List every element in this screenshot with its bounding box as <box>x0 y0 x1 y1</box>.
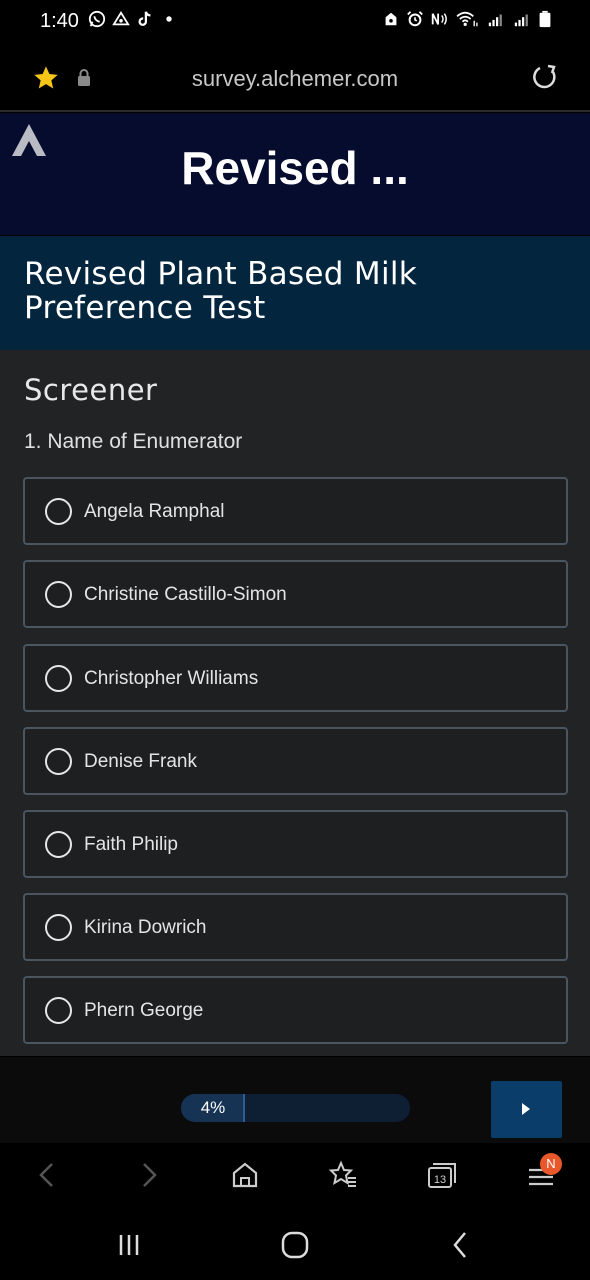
progress-bar: 4% <box>181 1094 410 1122</box>
option-angela-ramphal[interactable]: Angela Ramphal <box>23 477 568 545</box>
signal-strength-icon <box>488 14 502 27</box>
progress-label: 4% <box>200 1098 226 1117</box>
radio-button[interactable] <box>45 914 72 941</box>
option-label: Phern George <box>84 1000 204 1021</box>
home-button-icon[interactable] <box>278 1229 312 1261</box>
back-button-icon[interactable] <box>444 1229 478 1261</box>
status-bar: 1:40 <box>0 0 590 44</box>
survey-header-title: Revised ... <box>181 142 409 194</box>
survey-full-title: Revised Plant Based Milk Preference Test <box>24 256 418 326</box>
forward-icon[interactable] <box>132 1158 166 1192</box>
option-label: Angela Ramphal <box>84 501 225 522</box>
bookmarks-icon[interactable] <box>326 1158 360 1192</box>
option-kirina-dowrich[interactable]: Kirina Dowrich <box>23 893 568 961</box>
more-notifications-dot-icon <box>166 16 172 22</box>
option-label: Denise Frank <box>84 751 197 772</box>
option-faith-philip[interactable]: Faith Philip <box>23 810 568 878</box>
option-label: Kirina Dowrich <box>84 917 207 938</box>
home-icon[interactable] <box>228 1158 262 1192</box>
status-notification-icons <box>88 10 178 28</box>
browser-toolbar <box>0 1143 590 1211</box>
option-label: Christine Castillo-Simon <box>84 584 287 605</box>
whatsapp-icon <box>88 10 106 28</box>
alarm-icon <box>407 11 423 27</box>
option-christine-castillo-simon[interactable]: Christine Castillo-Simon <box>23 560 568 628</box>
recent-apps-icon[interactable] <box>112 1230 146 1260</box>
url-text[interactable]: survey.alchemer.com <box>0 66 590 92</box>
radio-button[interactable] <box>45 997 72 1024</box>
battery-icon <box>539 10 551 28</box>
battery-saver-icon <box>385 12 397 26</box>
option-christopher-williams[interactable]: Christopher Williams <box>23 644 568 712</box>
tiktok-icon <box>138 11 151 26</box>
next-page-button[interactable] <box>491 1081 562 1138</box>
option-label: Christopher Williams <box>84 668 259 689</box>
radio-button[interactable] <box>45 831 72 858</box>
status-system-icons <box>382 10 552 28</box>
signal-strength-2-icon <box>514 14 528 27</box>
tabs-icon[interactable]: 13 <box>424 1158 458 1192</box>
status-time: 1:40 <box>40 10 79 32</box>
drive-icon <box>112 10 130 26</box>
radio-button[interactable] <box>45 748 72 775</box>
wifi-icon <box>456 11 478 27</box>
page-title: Screener <box>24 373 158 407</box>
back-icon[interactable] <box>30 1158 64 1192</box>
menu-notification-badge: N <box>540 1153 562 1175</box>
reload-icon[interactable] <box>530 62 560 92</box>
nfc-mute-icon <box>431 13 447 25</box>
radio-button[interactable] <box>45 665 72 692</box>
option-label: Faith Philip <box>84 834 178 855</box>
option-phern-george[interactable]: Phern George <box>23 976 568 1044</box>
radio-button[interactable] <box>45 498 72 525</box>
option-denise-frank[interactable]: Denise Frank <box>23 727 568 795</box>
browser-address-bar[interactable]: survey.alchemer.com <box>0 44 590 112</box>
radio-button[interactable] <box>45 581 72 608</box>
arrow-right-icon <box>522 1103 530 1115</box>
question-text: 1. Name of Enumerator <box>24 430 243 453</box>
tab-count: 13 <box>434 1174 446 1186</box>
